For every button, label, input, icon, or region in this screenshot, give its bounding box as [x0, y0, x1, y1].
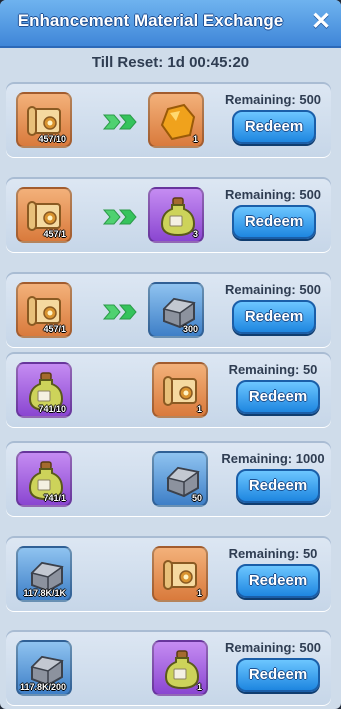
exchange-row: 117.8K/1K 1 Remaining: 50 Redeem: [6, 536, 331, 612]
exchange-arrow-icon: [102, 208, 142, 226]
exchange-row: 457/1 300 Remaining: 500 Redeem: [6, 272, 331, 348]
reward-item-slot[interactable]: 1: [152, 546, 208, 602]
reward-item-slot[interactable]: 50: [152, 451, 208, 507]
redeem-button[interactable]: Redeem: [236, 380, 320, 414]
cost-item-slot[interactable]: 117.8K/1K: [16, 546, 72, 602]
dialog-title: Enhancement Material Exchange: [17, 11, 284, 30]
item-quantity: 1: [196, 588, 202, 598]
reward-item-slot[interactable]: 300: [148, 282, 204, 338]
item-quantity: 300: [182, 324, 198, 334]
exchange-row: 457/10 1 Remaining: 500 Redeem: [6, 82, 331, 158]
reward-item-slot[interactable]: 1: [148, 92, 204, 148]
exchange-row: 741/10 1 Remaining: 50 Redeem: [6, 352, 331, 428]
cost-item-slot[interactable]: 741/1: [16, 451, 72, 507]
remaining-count: Remaining: 500: [224, 92, 322, 107]
cost-item-slot[interactable]: 741/10: [16, 362, 72, 418]
item-quantity: 1: [196, 682, 202, 692]
remaining-count: Remaining: 50: [228, 546, 318, 561]
item-quantity: 457/10: [38, 134, 66, 144]
remaining-count: Remaining: 1000: [221, 451, 325, 466]
cost-item-slot[interactable]: 117.8K/200: [16, 640, 72, 696]
reset-timer: Till Reset: 1d 00:45:20: [91, 54, 250, 71]
close-icon[interactable]: ✕: [307, 8, 335, 36]
redeem-button[interactable]: Redeem: [232, 300, 316, 334]
exchange-arrow-icon: [102, 303, 142, 321]
item-quantity: 50: [191, 493, 202, 503]
redeem-button[interactable]: Redeem: [232, 110, 316, 144]
item-quantity: 117.8K/200: [19, 682, 66, 692]
item-quantity: 741/10: [38, 404, 66, 414]
redeem-button[interactable]: Redeem: [236, 469, 320, 503]
exchange-row: 741/1 50 Remaining: 1000 Redeem: [6, 441, 331, 517]
item-quantity: 117.8K/1K: [23, 588, 66, 598]
remaining-count: Remaining: 500: [224, 640, 322, 655]
reward-item-slot[interactable]: 1: [152, 640, 208, 696]
redeem-button[interactable]: Redeem: [232, 205, 316, 239]
redeem-button[interactable]: Redeem: [236, 564, 320, 598]
cost-item-slot[interactable]: 457/10: [16, 92, 72, 148]
exchange-dialog: Enhancement Material Exchange ✕ Till Res…: [0, 0, 341, 709]
remaining-count: Remaining: 500: [224, 282, 322, 297]
item-quantity: 3: [192, 229, 198, 239]
redeem-button[interactable]: Redeem: [236, 658, 320, 692]
cost-item-slot[interactable]: 457/1: [16, 282, 72, 338]
item-quantity: 457/1: [43, 229, 66, 239]
reward-item-slot[interactable]: 3: [148, 187, 204, 243]
reward-item-slot[interactable]: 1: [152, 362, 208, 418]
item-quantity: 1: [196, 404, 202, 414]
remaining-count: Remaining: 500: [224, 187, 322, 202]
item-quantity: 741/1: [43, 493, 66, 503]
cost-item-slot[interactable]: 457/1: [16, 187, 72, 243]
item-quantity: 457/1: [43, 324, 66, 334]
exchange-arrow-icon: [102, 113, 142, 131]
dialog-header: Enhancement Material Exchange ✕: [0, 0, 341, 48]
exchange-row: 117.8K/200 1 Remaining: 500 Redeem: [6, 630, 331, 706]
item-quantity: 1: [192, 134, 198, 144]
exchange-row: 457/1 3 Remaining: 500 Redeem: [6, 177, 331, 253]
remaining-count: Remaining: 50: [228, 362, 318, 377]
